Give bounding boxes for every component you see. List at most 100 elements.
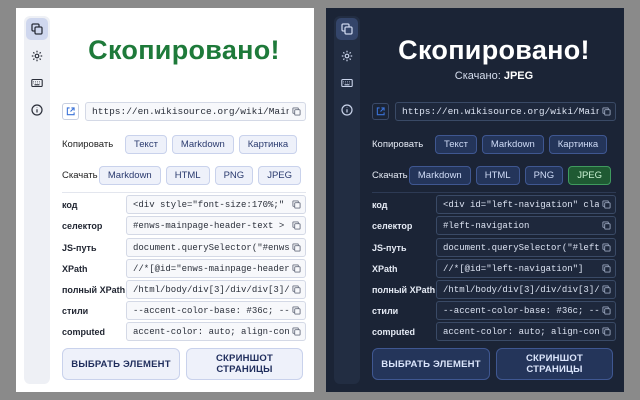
copy-icon[interactable]: [292, 107, 301, 116]
open-link-button[interactable]: [62, 103, 79, 120]
download-status-format: JPEG: [503, 70, 534, 82]
status-title: Скопировано!: [398, 35, 590, 65]
selector-field[interactable]: accent-color: auto; align-conten: [126, 322, 306, 341]
download-html-button[interactable]: HTML: [165, 166, 210, 185]
copy-icon: [341, 23, 353, 35]
copy-row: Копировать Текст Markdown Картинка: [62, 135, 306, 154]
screenshot-page-button[interactable]: СКРИНШОТ СТРАНИЦЫ: [496, 348, 613, 380]
sidebar-settings-button[interactable]: [26, 45, 48, 67]
copy-icon[interactable]: [292, 264, 301, 273]
copy-text-button[interactable]: Текст: [125, 135, 167, 154]
divider: [62, 192, 306, 193]
copy-icon[interactable]: [292, 285, 301, 294]
selector-label: JS-путь: [372, 242, 407, 253]
selector-row-styles: стили --accent-color-base: #36c; --bac: [372, 301, 616, 320]
selector-label: JS-путь: [62, 242, 97, 253]
sidebar: [334, 16, 360, 384]
download-html-button[interactable]: HTML: [475, 166, 520, 185]
selector-field[interactable]: --accent-color-base: #36c; --bac: [126, 301, 306, 320]
selector-field[interactable]: /html/body/div[3]/div/div[3]/mai: [436, 280, 616, 299]
main-content: Скопировано! Скачано: JPEG https://en.wi…: [372, 8, 616, 380]
gear-icon: [31, 50, 43, 62]
sidebar-copy-button[interactable]: [26, 18, 48, 40]
selector-field[interactable]: <div style="font-size:170%;" cla: [126, 195, 306, 214]
download-jpeg-button[interactable]: JPEG: [258, 166, 301, 185]
sidebar-settings-button[interactable]: [336, 45, 358, 67]
keyboard-icon: [31, 78, 43, 88]
copy-icon[interactable]: [602, 107, 611, 116]
url-row: https://en.wikisource.org/wiki/Main_Page: [372, 102, 616, 121]
selector-field[interactable]: --accent-color-base: #36c; --bac: [436, 301, 616, 320]
info-icon: [341, 104, 353, 116]
sidebar-copy-button[interactable]: [336, 18, 358, 40]
download-markdown-button[interactable]: Markdown: [408, 166, 471, 185]
download-jpeg-button[interactable]: JPEG: [568, 166, 611, 185]
copy-markdown-button[interactable]: Markdown: [171, 135, 234, 154]
copy-icon[interactable]: [292, 243, 301, 252]
selector-field[interactable]: document.querySelector("#left-na: [436, 238, 616, 257]
download-row: Скачать Markdown HTML PNG JPEG: [62, 166, 306, 185]
selector-row-computed: computed accent-color: auto; align-conte…: [372, 322, 616, 341]
open-link-button[interactable]: [372, 103, 389, 120]
select-element-button[interactable]: ВЫБРАТЬ ЭЛЕМЕНТ: [372, 348, 490, 380]
copy-icon[interactable]: [292, 200, 301, 209]
selector-value: accent-color: auto; align-conten: [133, 326, 289, 337]
sidebar-info-button[interactable]: [26, 99, 48, 121]
copy-icon[interactable]: [602, 327, 611, 336]
selector-value: //*[@id="enws-mainpage-header-te: [133, 263, 289, 274]
selector-value: #enws-mainpage-header-text > div: [133, 220, 289, 231]
copy-icon[interactable]: [602, 264, 611, 273]
url-field[interactable]: https://en.wikisource.org/wiki/Main_Page: [395, 102, 616, 121]
copy-icon[interactable]: [602, 243, 611, 252]
download-row: Скачать Markdown HTML PNG JPEG: [372, 166, 616, 185]
select-element-button[interactable]: ВЫБРАТЬ ЭЛЕМЕНТ: [62, 348, 180, 380]
copy-icon[interactable]: [602, 285, 611, 294]
external-link-icon: [66, 107, 75, 116]
sidebar-shortcuts-button[interactable]: [336, 72, 358, 94]
selector-field[interactable]: #left-navigation: [436, 216, 616, 235]
selector-field[interactable]: document.querySelector("#enws-ma: [126, 238, 306, 257]
download-png-button[interactable]: PNG: [524, 166, 564, 185]
selector-value: --accent-color-base: #36c; --bac: [133, 305, 289, 316]
selector-row-css: селектор #left-navigation: [372, 216, 616, 235]
selector-value: /html/body/div[3]/div/div[3]/mai: [443, 284, 599, 295]
sidebar: [24, 16, 50, 384]
divider: [372, 192, 616, 193]
selector-field[interactable]: accent-color: auto; align-conten: [436, 322, 616, 341]
url-text: https://en.wikisource.org/wiki/Main_Page: [92, 106, 289, 117]
download-png-button[interactable]: PNG: [214, 166, 254, 185]
selector-field[interactable]: <div id="left-navigation" class=: [436, 195, 616, 214]
url-field[interactable]: https://en.wikisource.org/wiki/Main_Page: [85, 102, 306, 121]
copy-icon[interactable]: [602, 221, 611, 230]
screenshot-button-label: СКРИНШОТ СТРАНИЦЫ: [215, 353, 274, 375]
copy-text-button[interactable]: Текст: [435, 135, 477, 154]
screenshot-page-button[interactable]: СКРИНШОТ СТРАНИЦЫ: [186, 348, 303, 380]
selector-row-full-xpath: полный XPath /html/body/div[3]/div/div[3…: [62, 280, 306, 299]
download-markdown-button[interactable]: Markdown: [98, 166, 161, 185]
selector-label: computed: [62, 326, 106, 337]
download-status-prefix: Скачано:: [454, 70, 501, 82]
selector-value: #left-navigation: [443, 220, 530, 231]
copy-markdown-button[interactable]: Markdown: [481, 135, 544, 154]
sidebar-info-button[interactable]: [336, 99, 358, 121]
selector-field[interactable]: /html/body/div[3]/div/div[3]/mai: [126, 280, 306, 299]
copy-label: Копировать: [372, 139, 424, 150]
copy-icon[interactable]: [602, 306, 611, 315]
copy-icon[interactable]: [292, 221, 301, 230]
selector-field[interactable]: #enws-mainpage-header-text > div: [126, 216, 306, 235]
download-label: Скачать: [62, 170, 98, 181]
sidebar-shortcuts-button[interactable]: [26, 72, 48, 94]
copy-icon[interactable]: [292, 306, 301, 315]
copy-icon[interactable]: [292, 327, 301, 336]
copy-icon[interactable]: [602, 200, 611, 209]
info-icon: [31, 104, 43, 116]
selector-field[interactable]: //*[@id="enws-mainpage-header-te: [126, 259, 306, 278]
selector-label: полный XPath: [62, 284, 126, 295]
selector-row-jspath: JS-путь document.querySelector("#left-na: [372, 238, 616, 257]
selector-row-css: селектор #enws-mainpage-header-text > di…: [62, 216, 306, 235]
selector-field[interactable]: //*[@id="left-navigation"]: [436, 259, 616, 278]
copy-image-button[interactable]: Картинка: [548, 135, 608, 154]
copy-image-button[interactable]: Картинка: [238, 135, 298, 154]
selector-row-computed: computed accent-color: auto; align-conte…: [62, 322, 306, 341]
selector-row-xpath: XPath //*[@id="left-navigation"]: [372, 259, 616, 278]
